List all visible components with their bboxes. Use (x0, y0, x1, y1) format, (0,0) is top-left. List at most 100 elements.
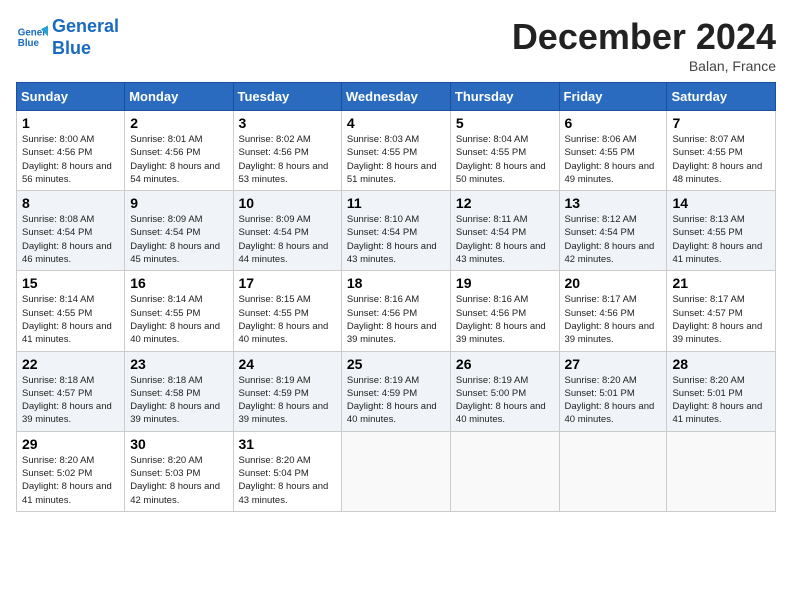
day-info: Sunrise: 8:16 AMSunset: 4:56 PMDaylight:… (347, 294, 437, 345)
day-number: 26 (456, 356, 554, 372)
header-wednesday: Wednesday (341, 83, 450, 111)
day-number: 10 (239, 195, 336, 211)
day-info: Sunrise: 8:16 AMSunset: 4:56 PMDaylight:… (456, 294, 546, 345)
day-info: Sunrise: 8:14 AMSunset: 4:55 PMDaylight:… (22, 294, 112, 345)
empty-cell (341, 431, 450, 511)
table-row: 6 Sunrise: 8:06 AMSunset: 4:55 PMDayligh… (559, 111, 667, 191)
day-number: 25 (347, 356, 445, 372)
header-thursday: Thursday (450, 83, 559, 111)
title-block: December 2024 Balan, France (512, 16, 776, 74)
table-row: 15 Sunrise: 8:14 AMSunset: 4:55 PMDaylig… (17, 271, 125, 351)
empty-cell (667, 431, 776, 511)
logo: General Blue General Blue (16, 16, 119, 59)
day-info: Sunrise: 8:18 AMSunset: 4:58 PMDaylight:… (130, 375, 220, 426)
table-row: 12 Sunrise: 8:11 AMSunset: 4:54 PMDaylig… (450, 191, 559, 271)
day-number: 30 (130, 436, 227, 452)
table-row: 28 Sunrise: 8:20 AMSunset: 5:01 PMDaylig… (667, 351, 776, 431)
day-info: Sunrise: 8:17 AMSunset: 4:56 PMDaylight:… (565, 294, 655, 345)
location: Balan, France (512, 58, 776, 74)
day-info: Sunrise: 8:06 AMSunset: 4:55 PMDaylight:… (565, 134, 655, 185)
day-number: 28 (672, 356, 770, 372)
table-row: 26 Sunrise: 8:19 AMSunset: 5:00 PMDaylig… (450, 351, 559, 431)
day-number: 19 (456, 275, 554, 291)
table-row: 2 Sunrise: 8:01 AMSunset: 4:56 PMDayligh… (125, 111, 233, 191)
header-tuesday: Tuesday (233, 83, 341, 111)
day-info: Sunrise: 8:11 AMSunset: 4:54 PMDaylight:… (456, 214, 546, 265)
table-row: 10 Sunrise: 8:09 AMSunset: 4:54 PMDaylig… (233, 191, 341, 271)
table-row: 21 Sunrise: 8:17 AMSunset: 4:57 PMDaylig… (667, 271, 776, 351)
day-info: Sunrise: 8:07 AMSunset: 4:55 PMDaylight:… (672, 134, 762, 185)
svg-text:Blue: Blue (18, 38, 40, 49)
day-info: Sunrise: 8:00 AMSunset: 4:56 PMDaylight:… (22, 134, 112, 185)
day-number: 27 (565, 356, 662, 372)
logo-icon: General Blue (16, 22, 48, 54)
day-info: Sunrise: 8:20 AMSunset: 5:03 PMDaylight:… (130, 455, 220, 506)
day-number: 4 (347, 115, 445, 131)
day-info: Sunrise: 8:17 AMSunset: 4:57 PMDaylight:… (672, 294, 762, 345)
day-info: Sunrise: 8:20 AMSunset: 5:04 PMDaylight:… (239, 455, 329, 506)
table-row: 29 Sunrise: 8:20 AMSunset: 5:02 PMDaylig… (17, 431, 125, 511)
day-info: Sunrise: 8:20 AMSunset: 5:01 PMDaylight:… (565, 375, 655, 426)
day-number: 15 (22, 275, 119, 291)
day-number: 8 (22, 195, 119, 211)
day-number: 18 (347, 275, 445, 291)
month-title: December 2024 (512, 16, 776, 58)
day-number: 2 (130, 115, 227, 131)
table-row: 31 Sunrise: 8:20 AMSunset: 5:04 PMDaylig… (233, 431, 341, 511)
table-row: 13 Sunrise: 8:12 AMSunset: 4:54 PMDaylig… (559, 191, 667, 271)
day-number: 11 (347, 195, 445, 211)
day-info: Sunrise: 8:01 AMSunset: 4:56 PMDaylight:… (130, 134, 220, 185)
header-friday: Friday (559, 83, 667, 111)
table-row: 1 Sunrise: 8:00 AMSunset: 4:56 PMDayligh… (17, 111, 125, 191)
table-row: 20 Sunrise: 8:17 AMSunset: 4:56 PMDaylig… (559, 271, 667, 351)
empty-cell (559, 431, 667, 511)
day-number: 20 (565, 275, 662, 291)
day-number: 6 (565, 115, 662, 131)
table-row: 3 Sunrise: 8:02 AMSunset: 4:56 PMDayligh… (233, 111, 341, 191)
day-info: Sunrise: 8:10 AMSunset: 4:54 PMDaylight:… (347, 214, 437, 265)
table-row: 22 Sunrise: 8:18 AMSunset: 4:57 PMDaylig… (17, 351, 125, 431)
table-row: 9 Sunrise: 8:09 AMSunset: 4:54 PMDayligh… (125, 191, 233, 271)
day-number: 5 (456, 115, 554, 131)
day-info: Sunrise: 8:20 AMSunset: 5:01 PMDaylight:… (672, 375, 762, 426)
table-row: 17 Sunrise: 8:15 AMSunset: 4:55 PMDaylig… (233, 271, 341, 351)
header-saturday: Saturday (667, 83, 776, 111)
logo-text: General Blue (52, 16, 119, 59)
day-number: 7 (672, 115, 770, 131)
day-info: Sunrise: 8:08 AMSunset: 4:54 PMDaylight:… (22, 214, 112, 265)
table-row: 16 Sunrise: 8:14 AMSunset: 4:55 PMDaylig… (125, 271, 233, 351)
day-number: 12 (456, 195, 554, 211)
table-row: 18 Sunrise: 8:16 AMSunset: 4:56 PMDaylig… (341, 271, 450, 351)
day-number: 14 (672, 195, 770, 211)
header-sunday: Sunday (17, 83, 125, 111)
day-info: Sunrise: 8:18 AMSunset: 4:57 PMDaylight:… (22, 375, 112, 426)
day-number: 17 (239, 275, 336, 291)
day-number: 16 (130, 275, 227, 291)
day-info: Sunrise: 8:12 AMSunset: 4:54 PMDaylight:… (565, 214, 655, 265)
empty-cell (450, 431, 559, 511)
table-row: 11 Sunrise: 8:10 AMSunset: 4:54 PMDaylig… (341, 191, 450, 271)
day-info: Sunrise: 8:02 AMSunset: 4:56 PMDaylight:… (239, 134, 329, 185)
table-row: 30 Sunrise: 8:20 AMSunset: 5:03 PMDaylig… (125, 431, 233, 511)
table-row: 19 Sunrise: 8:16 AMSunset: 4:56 PMDaylig… (450, 271, 559, 351)
day-info: Sunrise: 8:09 AMSunset: 4:54 PMDaylight:… (239, 214, 329, 265)
day-info: Sunrise: 8:13 AMSunset: 4:55 PMDaylight:… (672, 214, 762, 265)
day-info: Sunrise: 8:20 AMSunset: 5:02 PMDaylight:… (22, 455, 112, 506)
day-number: 9 (130, 195, 227, 211)
day-number: 22 (22, 356, 119, 372)
day-info: Sunrise: 8:15 AMSunset: 4:55 PMDaylight:… (239, 294, 329, 345)
day-info: Sunrise: 8:03 AMSunset: 4:55 PMDaylight:… (347, 134, 437, 185)
table-row: 7 Sunrise: 8:07 AMSunset: 4:55 PMDayligh… (667, 111, 776, 191)
table-row: 23 Sunrise: 8:18 AMSunset: 4:58 PMDaylig… (125, 351, 233, 431)
table-row: 5 Sunrise: 8:04 AMSunset: 4:55 PMDayligh… (450, 111, 559, 191)
table-row: 27 Sunrise: 8:20 AMSunset: 5:01 PMDaylig… (559, 351, 667, 431)
table-row: 25 Sunrise: 8:19 AMSunset: 4:59 PMDaylig… (341, 351, 450, 431)
calendar-table: Sunday Monday Tuesday Wednesday Thursday… (16, 82, 776, 512)
table-row: 14 Sunrise: 8:13 AMSunset: 4:55 PMDaylig… (667, 191, 776, 271)
day-number: 13 (565, 195, 662, 211)
page-header: General Blue General Blue December 2024 … (16, 16, 776, 74)
day-info: Sunrise: 8:09 AMSunset: 4:54 PMDaylight:… (130, 214, 220, 265)
day-number: 1 (22, 115, 119, 131)
day-info: Sunrise: 8:19 AMSunset: 4:59 PMDaylight:… (347, 375, 437, 426)
day-info: Sunrise: 8:19 AMSunset: 5:00 PMDaylight:… (456, 375, 546, 426)
